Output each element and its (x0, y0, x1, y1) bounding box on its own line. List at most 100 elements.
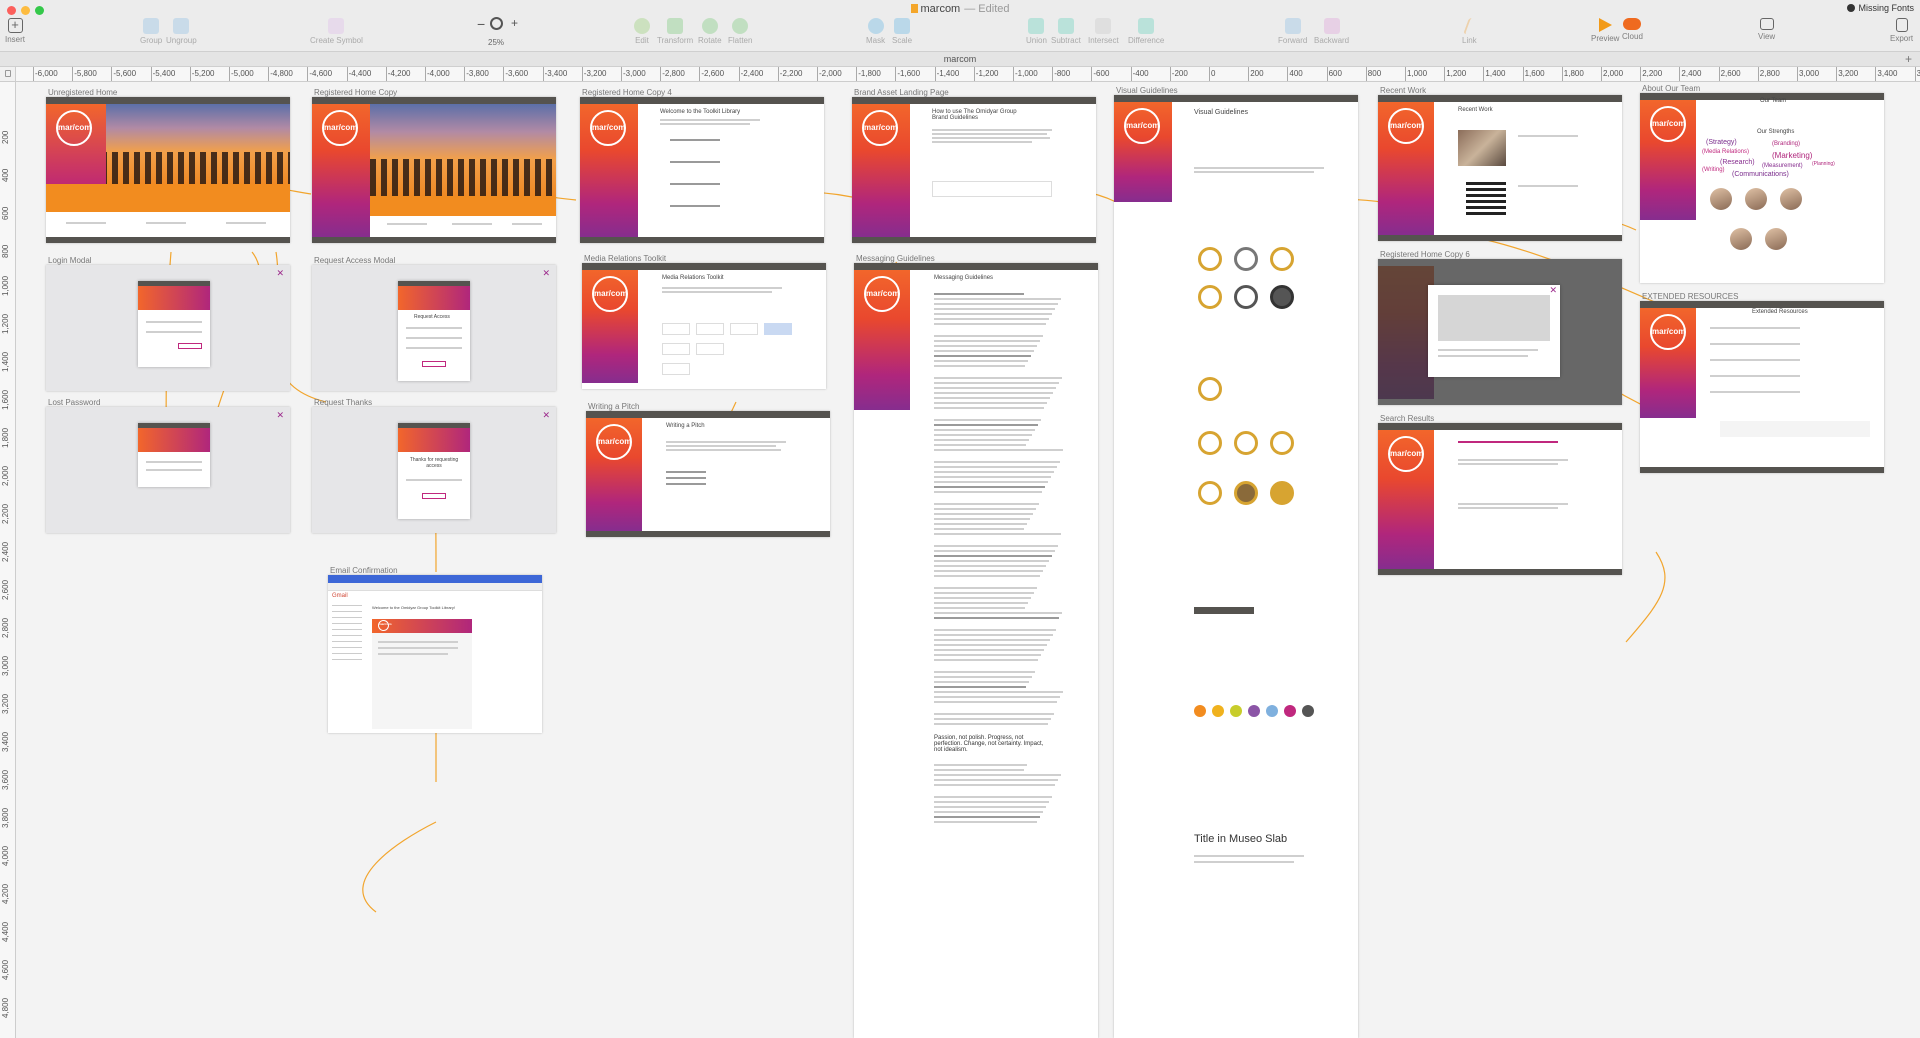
artboard-extended-resources[interactable]: mar/com Extended Resources (1640, 301, 1884, 473)
add-tab-button[interactable]: + (1905, 52, 1912, 66)
text-line (1710, 327, 1800, 329)
canvas[interactable]: Unregistered Home mar/com Registered Hom… (16, 82, 1920, 1038)
artboard-title-messaging-guidelines[interactable]: Messaging Guidelines (856, 254, 935, 263)
artboard-title-extended-resources[interactable]: EXTENDED RESOURCES (1642, 292, 1738, 301)
transform-button[interactable]: Transform (657, 18, 693, 45)
text-line (934, 508, 1036, 510)
artboard-recent-work[interactable]: mar/com Recent Work (1378, 95, 1622, 241)
ruler-tick (425, 67, 426, 81)
missing-fonts-indicator[interactable]: Missing Fonts (1847, 3, 1914, 13)
link-button[interactable]: Link (1462, 18, 1477, 45)
text-line (406, 327, 462, 329)
artboard-brand-asset-landing[interactable]: mar/com How to use The Omidyar Group Bra… (852, 97, 1096, 243)
rotate-button[interactable]: Rotate (698, 18, 722, 45)
vertical-ruler[interactable]: 200 400 600 800 1,000 1,200 1,400 1,600 1,800 2,0… (0, 82, 16, 1038)
artboard-request-access-modal[interactable]: ✕ Request Access (312, 265, 556, 391)
ruler-label: 2,400 (1, 541, 10, 562)
text-line (378, 653, 448, 655)
view-button[interactable]: View (1758, 18, 1775, 41)
artboard-title-request-access-modal[interactable]: Request Access Modal (314, 256, 395, 265)
artboard-title-registered-home-copy-4[interactable]: Registered Home Copy 4 (582, 88, 672, 97)
scale-button[interactable]: Scale (892, 18, 912, 45)
artboard-email-confirmation[interactable]: Gmail Welcome to the Omidyar Group Toolk… (328, 575, 542, 733)
difference-button[interactable]: Difference (1128, 18, 1164, 45)
artboard-request-thanks[interactable]: ✕ Thanks for requesting access (312, 407, 556, 533)
forward-button[interactable]: Forward (1278, 18, 1307, 45)
union-button[interactable]: Union (1026, 18, 1047, 45)
artboard-title-request-thanks[interactable]: Request Thanks (314, 398, 372, 407)
ruler-label: 2,000 (1603, 69, 1624, 78)
flatten-button[interactable]: Flatten (728, 18, 752, 45)
edit-icon (634, 18, 650, 34)
create-symbol-label: Create Symbol (310, 36, 363, 45)
artboard-title-lost-password[interactable]: Lost Password (48, 398, 100, 407)
ruler-label: 200 (1250, 69, 1264, 78)
request-thanks-dialog: Thanks for requesting access (398, 423, 470, 519)
document-tab[interactable]: marcom (944, 54, 977, 64)
zoom-out-button[interactable]: − (477, 16, 485, 32)
artboard-about-our-team[interactable]: mar/com Our Team Our Strengths (Strategy… (1640, 93, 1884, 283)
artboard-title-email-confirmation[interactable]: Email Confirmation (330, 566, 398, 575)
ruler-label: 2,600 (1, 579, 10, 600)
color-swatch (1248, 705, 1260, 717)
link-label: Link (1462, 36, 1477, 45)
site-header (1640, 301, 1884, 308)
horizontal-ruler[interactable]: -6,000 -5,800 -5,600 -5,400 -5,200 -5,000 -4,8… (16, 67, 1920, 82)
text-line (387, 223, 427, 225)
text-line (934, 607, 1025, 609)
artboard-title-visual-guidelines[interactable]: Visual Guidelines (1116, 86, 1178, 95)
zoom-in-button[interactable]: + (511, 16, 518, 30)
artboard-registered-home-copy-4[interactable]: mar/com Welcome to the Toolkit Library (580, 97, 824, 243)
edit-button[interactable]: Edit (634, 18, 650, 45)
artboard-title-about-our-team[interactable]: About Our Team (1642, 84, 1700, 93)
artboard-unregistered-home[interactable]: mar/com (46, 97, 290, 243)
text-line (146, 222, 186, 224)
artboard-title-unregistered-home[interactable]: Unregistered Home (48, 88, 117, 97)
close-icon[interactable]: ✕ (542, 410, 550, 421)
intersect-button[interactable]: Intersect (1088, 18, 1119, 45)
export-button[interactable]: Export (1890, 18, 1913, 43)
cloud-button[interactable]: Cloud (1622, 18, 1643, 41)
ungroup-button[interactable]: Ungroup (166, 18, 197, 45)
text-line (934, 402, 1047, 404)
insert-button[interactable]: + Insert (5, 18, 25, 44)
artboard-media-relations-toolkit[interactable]: mar/com Media Relations Toolkit (582, 263, 826, 389)
close-icon[interactable]: ✕ (1549, 285, 1557, 296)
group-button[interactable]: Group (140, 18, 162, 45)
artboard-title-login-modal[interactable]: Login Modal (48, 256, 92, 265)
people-silhouette (370, 159, 556, 196)
create-symbol-button[interactable]: Create Symbol (310, 18, 363, 45)
text-line (662, 291, 772, 293)
artboard-lost-password[interactable]: ✕ (46, 407, 290, 533)
artboard-registered-home-copy[interactable]: mar/com (312, 97, 556, 243)
artboard-messaging-guidelines[interactable]: mar/com Messaging Guidelines Passion, no… (854, 263, 1098, 1038)
artboard-registered-home-copy-6[interactable]: ✕ (1378, 259, 1622, 405)
artboard-title-registered-home-copy[interactable]: Registered Home Copy (314, 88, 397, 97)
close-icon[interactable]: ✕ (276, 268, 284, 279)
artboard-title-writing-a-pitch[interactable]: Writing a Pitch (588, 402, 639, 411)
text-line (934, 686, 1026, 688)
artboard-writing-a-pitch[interactable]: mar/com Writing a Pitch (586, 411, 830, 537)
artboard-search-results[interactable]: mar/com (1378, 423, 1622, 575)
mask-button[interactable]: Mask (866, 18, 885, 45)
ruler-tick (464, 67, 466, 81)
artboard-title-brand-asset-landing[interactable]: Brand Asset Landing Page (854, 88, 949, 97)
preview-button[interactable]: Preview (1591, 18, 1619, 43)
artboard-title-media-relations-toolkit[interactable]: Media Relations Toolkit (584, 254, 666, 263)
link-line (362, 821, 437, 913)
backward-button[interactable]: Backward (1314, 18, 1349, 45)
strength-word: (Measurement) (1762, 163, 1803, 169)
ruler-tick (346, 67, 348, 81)
artboard-visual-guidelines[interactable]: mar/com Visual Guidelines Title in Museo… (1114, 95, 1358, 1038)
artboard-login-modal[interactable]: ✕ (46, 265, 290, 391)
subtract-button[interactable]: Subtract (1051, 18, 1081, 45)
close-icon[interactable]: ✕ (542, 268, 550, 279)
close-icon[interactable]: ✕ (276, 410, 284, 421)
ruler-tick (307, 67, 309, 81)
artboard-title-search-results[interactable]: Search Results (1380, 414, 1434, 423)
artboard-title-recent-work[interactable]: Recent Work (1380, 86, 1426, 95)
artboard-title-registered-home-copy-6[interactable]: Registered Home Copy 6 (1380, 250, 1470, 259)
site-header (852, 97, 1096, 104)
seal-badge (1198, 377, 1222, 401)
site-sidebar: mar/com (852, 104, 910, 237)
